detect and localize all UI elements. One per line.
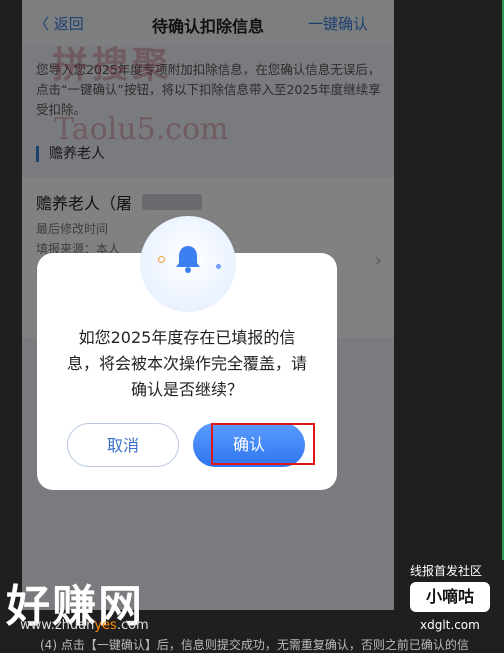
side-badge: 小嘀咕 <box>410 582 490 612</box>
highlight-box <box>211 423 315 465</box>
brand-url: www.zhuanyes.com <box>20 618 149 633</box>
sparkle-icon <box>158 256 165 263</box>
side-note: 线报首发社区 <box>410 564 483 578</box>
dialog-message: 如您2025年度存在已填报的信息，将会被本次操作完全覆盖，请确认是否继续？ <box>66 328 307 399</box>
sparkle-icon <box>216 264 221 269</box>
bell-icon <box>176 246 200 273</box>
caption-text: (4) 点击【一键确认】后，信息则提交成功，无需重复确认，否则之前已确认的信 <box>40 638 469 652</box>
side-url: xdglt.com <box>420 618 480 632</box>
cancel-button[interactable]: 取消 <box>67 423 179 467</box>
bell-badge <box>140 216 236 312</box>
